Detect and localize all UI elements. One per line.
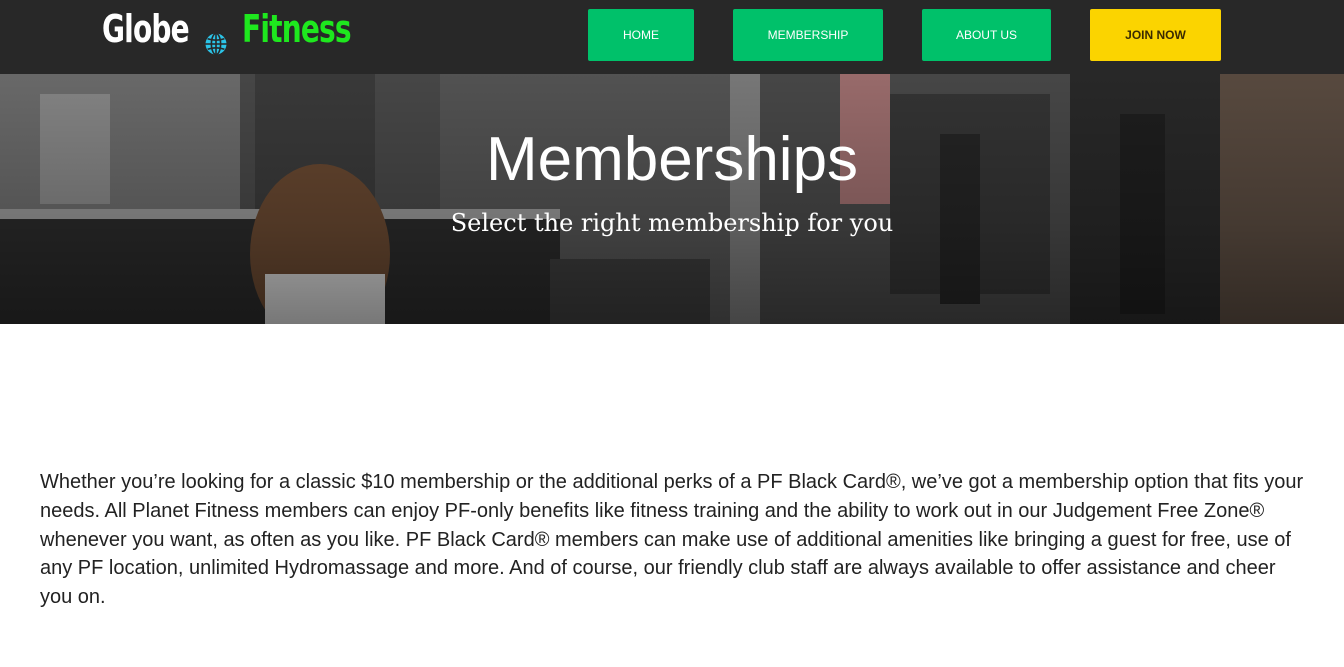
intro-paragraph: Whether you’re looking for a classic $10… <box>40 471 1304 609</box>
site-header: Globe Fitness HOME MEMBERSHIP ABOUT US J… <box>0 0 1344 74</box>
logo-text-fitness: Fitness <box>242 7 352 51</box>
page-subtitle: Select the right membership for you <box>450 209 894 237</box>
page-title: Memberships <box>485 125 859 194</box>
nav-about-button[interactable]: ABOUT US <box>922 9 1051 61</box>
nav-membership-button[interactable]: MEMBERSHIP <box>733 9 883 61</box>
site-logo[interactable]: Globe Fitness <box>102 4 375 56</box>
hero-overlay <box>0 74 1344 324</box>
globe-icon <box>204 21 228 56</box>
nav-home-button[interactable]: HOME <box>588 9 694 61</box>
join-now-button[interactable]: JOIN NOW <box>1090 9 1221 61</box>
logo-text-globe: Globe <box>102 7 190 51</box>
hero-banner: Memberships Select the right membership … <box>0 74 1344 324</box>
